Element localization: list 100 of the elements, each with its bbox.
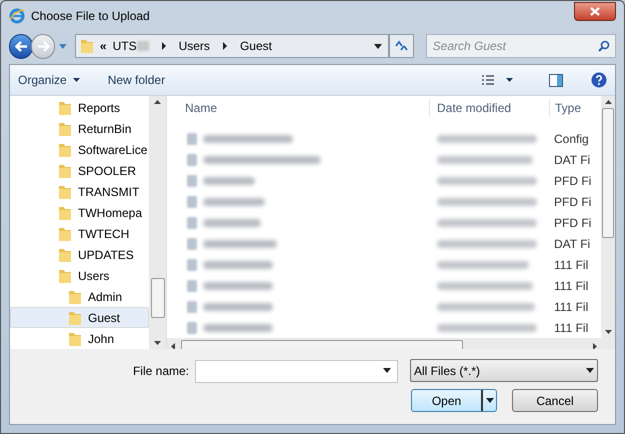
refresh-button[interactable] <box>388 34 414 58</box>
address-bar[interactable]: « UTS Users Guest <box>74 34 389 58</box>
caret-icon <box>486 398 494 403</box>
blurred-file-icon <box>187 238 197 250</box>
blurred-filename <box>203 282 273 290</box>
help-icon[interactable] <box>591 72 607 88</box>
tree-item[interactable]: Users <box>10 265 149 286</box>
folder-icon <box>58 120 72 136</box>
blurred-filename <box>203 176 255 184</box>
scroll-thumb[interactable] <box>602 108 614 238</box>
tree-item[interactable]: Reports <box>10 97 149 118</box>
scroll-thumb[interactable] <box>150 278 164 318</box>
dropdown-icon <box>383 368 391 373</box>
file-name-field[interactable] <box>195 360 398 382</box>
tree-item[interactable]: Guest <box>10 307 149 328</box>
blurred-filename <box>203 302 273 310</box>
breadcrumb[interactable]: Users <box>178 37 210 55</box>
cancel-button[interactable]: Cancel <box>512 389 598 412</box>
scroll-thumb[interactable] <box>181 340 463 349</box>
folder-icon <box>68 310 82 326</box>
scroll-down-icon[interactable] <box>604 330 612 334</box>
preview-pane-icon[interactable] <box>549 74 563 86</box>
arrow-left-icon <box>14 40 28 52</box>
folder-icon <box>68 288 82 304</box>
blurred-file-icon <box>187 322 197 334</box>
scrollbar[interactable] <box>601 96 615 338</box>
tree-item[interactable]: TRANSMIT <box>10 181 149 202</box>
view-menu-button[interactable] <box>482 74 513 86</box>
blurred-file-icon <box>187 154 197 166</box>
table-cell: PFD Fi <box>554 194 592 208</box>
column-header[interactable]: Date modified <box>429 99 549 117</box>
blurred-file-icon <box>187 132 197 144</box>
tree-item[interactable]: TWTECH <box>10 223 149 244</box>
folder-icon <box>58 268 72 284</box>
new-folder-button[interactable]: New folder <box>108 71 166 89</box>
file-type-dropdown[interactable]: All Files (*.*) <box>410 359 598 382</box>
folder-icon <box>58 142 72 158</box>
scroll-up-icon[interactable] <box>154 100 161 104</box>
table-cell: Config <box>554 132 589 146</box>
organize-button[interactable]: Organize <box>18 71 80 89</box>
table-cell: PFD Fi <box>554 174 592 188</box>
breadcrumb[interactable]: Guest <box>240 37 272 55</box>
table-cell: 111 Fil <box>554 278 588 292</box>
column-header[interactable]: Type <box>549 99 592 117</box>
close-button[interactable] <box>574 2 616 20</box>
chevron-icon <box>160 42 167 50</box>
open-options-button[interactable] <box>481 390 496 411</box>
table-cell: 111 Fil <box>554 320 588 334</box>
breadcrumb[interactable]: UTS <box>112 37 137 55</box>
close-icon <box>590 6 600 16</box>
scrollbar[interactable] <box>149 96 166 349</box>
blurred-file-icon <box>187 280 197 292</box>
blurred-filename <box>203 324 273 332</box>
search-icon <box>598 40 610 52</box>
table-cell: 111 Fil <box>554 258 588 272</box>
tree-item[interactable]: SoftwareLice <box>10 139 149 160</box>
blurred-file-icon <box>187 196 197 208</box>
blurred-filename <box>203 198 265 206</box>
folder-icon <box>58 100 72 116</box>
folder-icon <box>58 246 72 262</box>
folder-icon <box>68 330 82 346</box>
folder-icon <box>58 226 72 242</box>
window-title: Choose File to Upload <box>31 8 150 25</box>
blurred-file-icon <box>187 174 197 186</box>
refresh-arrows-icon <box>394 40 408 52</box>
folder-icon <box>58 184 72 200</box>
blurred-file-icon <box>187 258 197 270</box>
folder-icon <box>80 38 94 54</box>
scroll-left-icon[interactable] <box>171 342 175 349</box>
folder-icon <box>58 204 72 220</box>
table-cell: DAT Fi <box>554 236 590 250</box>
caret-icon <box>506 78 513 82</box>
overflow-chevron[interactable]: « <box>100 37 107 55</box>
table-cell: DAT Fi <box>554 152 590 166</box>
back-button[interactable] <box>9 34 34 58</box>
tree-item[interactable]: UPDATES <box>10 244 149 265</box>
browser-logo-icon <box>9 8 25 24</box>
tree-item[interactable]: TWHomepa <box>10 202 149 223</box>
chevron-icon <box>222 42 228 50</box>
tree-item[interactable]: ReturnBin <box>10 118 149 139</box>
table-cell: 111 Fil <box>554 300 588 314</box>
blurred-filename <box>203 218 261 226</box>
tree-item[interactable]: Admin <box>10 286 149 307</box>
scroll-right-icon[interactable] <box>593 342 597 349</box>
scroll-down-icon[interactable] <box>154 341 161 345</box>
arrow-right-icon <box>36 40 50 52</box>
folder-icon <box>58 162 72 178</box>
blurred-file-icon <box>187 300 197 312</box>
tree-item[interactable]: John <box>10 328 149 349</box>
dropdown-icon <box>374 44 382 48</box>
tree-item[interactable]: SPOOLER <box>10 160 149 181</box>
table-cell: PFD Fi <box>554 216 592 230</box>
blurred-file-icon <box>187 216 197 228</box>
details-view-icon <box>482 74 494 86</box>
field-label: File name: <box>132 362 189 380</box>
search-field[interactable]: Search Guest <box>426 34 616 58</box>
blurred-filename <box>203 260 273 268</box>
scroll-up-icon[interactable] <box>604 100 612 104</box>
caret-icon <box>59 44 67 48</box>
column-header[interactable]: Name <box>167 99 429 117</box>
